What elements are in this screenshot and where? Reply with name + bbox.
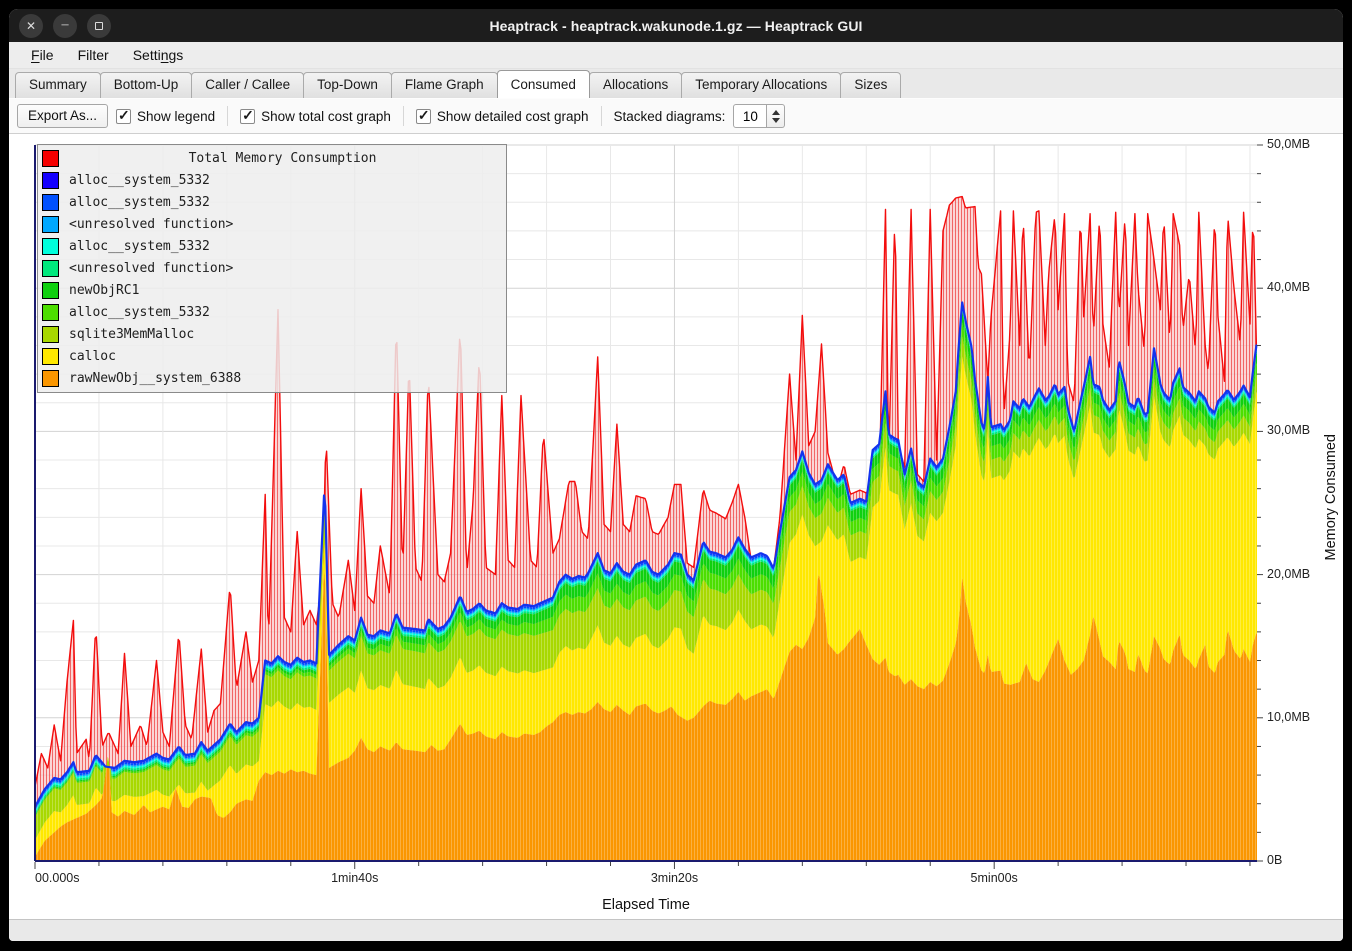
legend-row: alloc__system_5332 [38, 301, 506, 323]
title-bar[interactable]: ✕ ─ Heaptrack - heaptrack.wakunode.1.gz … [9, 9, 1343, 42]
legend-swatch-springgreen [42, 260, 59, 277]
legend-swatch-orange [42, 370, 59, 387]
window-controls: ✕ ─ [19, 14, 111, 38]
chart-legend: Total Memory Consumption alloc__system_5… [37, 144, 507, 393]
show-detailed-cost-checkbox[interactable]: Show detailed cost graph [416, 109, 589, 124]
checkbox-icon [416, 109, 431, 124]
legend-swatch-green [42, 282, 59, 299]
close-button[interactable]: ✕ [19, 14, 43, 38]
chart-toolbar: Export As... Show legend Show total cost… [9, 99, 1343, 133]
tab-sizes[interactable]: Sizes [840, 72, 901, 98]
legend-row: calloc [38, 345, 506, 367]
show-total-cost-checkbox[interactable]: Show total cost graph [240, 109, 391, 124]
y-axis-title: Memory Consumed [1323, 434, 1339, 561]
spinner-down-icon[interactable] [772, 118, 780, 123]
y-tick-label: 0B [1267, 853, 1282, 867]
tab-temporary-allocations[interactable]: Temporary Allocations [681, 72, 841, 98]
legend-row: alloc__system_5332 [38, 191, 506, 213]
legend-swatch-cyan [42, 238, 59, 255]
export-as-button[interactable]: Export As... [17, 104, 108, 128]
stacked-diagrams-spinner[interactable]: 10 [733, 104, 785, 128]
tab-allocations[interactable]: Allocations [589, 72, 682, 98]
legend-swatch-red [42, 150, 59, 167]
legend-swatch-brightgreen [42, 304, 59, 321]
close-icon: ✕ [26, 19, 36, 33]
y-tick-label: 50,0MB [1267, 137, 1310, 151]
legend-swatch-blue [42, 194, 59, 211]
x-tick-label: 3min20s [651, 871, 698, 885]
tab-flame-graph[interactable]: Flame Graph [391, 72, 498, 98]
legend-row: sqlite3MemMalloc [38, 323, 506, 345]
y-tick-label: 10,0MB [1267, 710, 1310, 724]
x-tick-label: 00.000s [35, 871, 79, 885]
menu-bar: File Filter Settings [9, 42, 1343, 69]
toolbar-separator [601, 106, 602, 126]
legend-swatch-yellowgreen [42, 326, 59, 343]
legend-swatch-yellow [42, 348, 59, 365]
toolbar-separator [403, 106, 404, 126]
legend-swatch-lightblue [42, 216, 59, 233]
stacked-diagrams-label: Stacked diagrams: [614, 109, 726, 124]
tab-summary[interactable]: Summary [15, 72, 101, 98]
legend-row: alloc__system_5332 [38, 235, 506, 257]
menu-file[interactable]: File [21, 45, 64, 65]
toolbar-separator [227, 106, 228, 126]
tab-top-down[interactable]: Top-Down [303, 72, 392, 98]
menu-settings[interactable]: Settings [123, 45, 194, 65]
minimize-button[interactable]: ─ [53, 14, 77, 38]
minimize-icon: ─ [61, 20, 68, 31]
legend-row: newObjRC1 [38, 279, 506, 301]
legend-row-total: Total Memory Consumption [38, 147, 506, 169]
tab-bar: Summary Bottom-Up Caller / Callee Top-Do… [9, 69, 1343, 99]
checkbox-icon [116, 109, 131, 124]
screen-background: ✕ ─ Heaptrack - heaptrack.wakunode.1.gz … [0, 0, 1352, 951]
show-legend-checkbox[interactable]: Show legend [116, 109, 215, 124]
legend-row: alloc__system_5332 [38, 169, 506, 191]
heaptrack-window: ✕ ─ Heaptrack - heaptrack.wakunode.1.gz … [9, 9, 1343, 941]
legend-row: rawNewObj__system_6388 [38, 367, 506, 389]
maximize-icon [95, 22, 103, 30]
x-axis-title: Elapsed Time [602, 897, 690, 913]
legend-row: <unresolved function> [38, 257, 506, 279]
tab-caller-callee[interactable]: Caller / Callee [191, 72, 304, 98]
y-tick-label: 30,0MB [1267, 423, 1310, 437]
y-tick-label: 20,0MB [1267, 567, 1310, 581]
y-tick-label: 40,0MB [1267, 280, 1310, 294]
maximize-button[interactable] [87, 14, 111, 38]
checkbox-icon [240, 109, 255, 124]
legend-swatch-darkblue [42, 172, 59, 189]
stacked-diagrams-value[interactable]: 10 [733, 104, 767, 128]
consumed-chart-panel: Total Memory Consumption alloc__system_5… [9, 133, 1343, 919]
status-bar [9, 919, 1343, 941]
legend-row: <unresolved function> [38, 213, 506, 235]
tab-consumed[interactable]: Consumed [497, 70, 590, 98]
x-tick-label: 5min00s [971, 871, 1018, 885]
menu-filter[interactable]: Filter [68, 45, 119, 65]
spinner-up-icon[interactable] [772, 110, 780, 115]
window-title: Heaptrack - heaptrack.wakunode.1.gz — He… [9, 18, 1343, 34]
x-tick-label: 1min40s [331, 871, 378, 885]
spinner-buttons[interactable] [767, 104, 785, 128]
tab-bottom-up[interactable]: Bottom-Up [100, 72, 193, 98]
